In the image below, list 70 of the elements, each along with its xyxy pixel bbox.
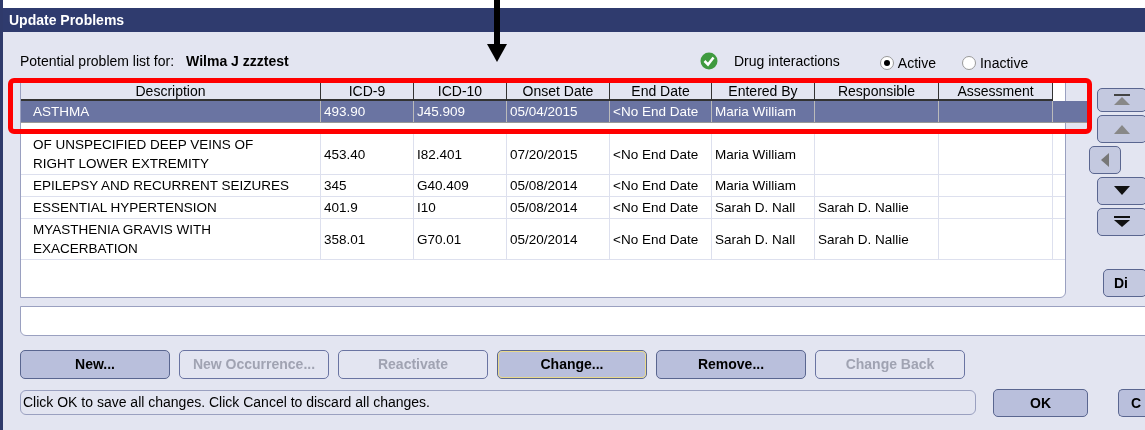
table-cell-text: MYASTHENIA GRAVIS WITH EXACERBATION [33, 221, 213, 258]
scroll-up-button[interactable] [1097, 115, 1145, 143]
table-cell-text: 05/08/2014 [510, 177, 578, 195]
drug-interactions-label: Drug interactions [734, 51, 840, 71]
action-button[interactable]: Remove... [656, 350, 806, 379]
table-cell-text: EPILEPSY AND RECURRENT SEIZURES [33, 177, 290, 195]
table-cell-text: 453.40 [324, 145, 366, 164]
column-header[interactable]: ICD-9 [321, 83, 414, 101]
filter-radio[interactable]: Inactive [961, 52, 1029, 74]
dialog-button[interactable]: C [1118, 389, 1145, 417]
status-message: Click OK to save all changes. Click Cancel to discard all changes. [23, 393, 430, 412]
table-cell-text: Maria William [715, 145, 796, 164]
table-cell-text: <No End Date [613, 145, 699, 164]
table-cell-text: G70.01 [417, 230, 462, 249]
scroll-top-icon [1113, 94, 1131, 106]
filter-radio[interactable]: Active [879, 52, 936, 74]
action-button[interactable]: New... [20, 350, 170, 379]
table-cell-text: Sarah D. Nallie [818, 230, 909, 249]
table-cell-text: 358.01 [324, 230, 366, 249]
column-header[interactable]: Responsible [815, 83, 939, 101]
side-button[interactable]: Di [1103, 269, 1145, 297]
scroll-down-button[interactable] [1097, 177, 1145, 205]
table-cell-text: 05/20/2014 [510, 230, 578, 249]
table-cell-text: 05/04/2015 [510, 103, 578, 121]
table-cell-text: <No End Date [613, 177, 699, 195]
column-header[interactable]: ICD-10 [414, 83, 507, 101]
column-header[interactable]: Onset Date [507, 83, 610, 101]
table-cell-text: <No End Date [613, 199, 699, 217]
column-header[interactable]: Assessment [939, 83, 1053, 101]
up-arrow-icon [1113, 124, 1131, 134]
dialog-button[interactable]: OK [993, 389, 1088, 417]
table-cell-text: Sarah D. Nallie [818, 199, 909, 217]
table-cell-text: G40.409 [417, 177, 469, 195]
column-header[interactable]: Description [21, 83, 321, 101]
table-cell-text: ESSENTIAL HYPERTENSION [33, 199, 217, 217]
table-cell-text: OF UNSPECIFIED DEEP VEINS OF RIGHT LOWER EXTREMITY [33, 136, 255, 173]
table-row[interactable]: ASTHMA 493.90 J45.909 05/04/2015 <No End Date Maria William [21, 101, 1087, 123]
comment-field[interactable] [20, 306, 1145, 336]
column-header[interactable]: Entered By [712, 83, 815, 101]
left-arrow-icon [1100, 153, 1110, 167]
table-cell-text: Sarah D. Nall [715, 230, 796, 249]
down-arrow-icon [1113, 186, 1131, 196]
scroll-top-button[interactable] [1097, 88, 1145, 112]
table-cell-text: 493.90 [324, 103, 366, 121]
action-button[interactable]: Change... [497, 350, 647, 379]
table-row[interactable]: OF UNSPECIFIED DEEP VEINS OF RIGHT LOWER EXTREMITY 453.40 I82.401 07/20/2015 <No End Date Maria William [21, 134, 1065, 175]
table-row[interactable]: MYASTHENIA GRAVIS WITH EXACERBATION 358.01 G70.01 05/20/2014 <No End Date Sarah D. Nall Sarah D. Nallie [21, 219, 1065, 260]
table-row[interactable]: EPILEPSY AND RECURRENT SEIZURES 345 G40.409 05/08/2014 <No End Date Maria William [21, 175, 1065, 197]
table-cell-text: <No End Date [613, 230, 699, 249]
table-cell-text: 07/20/2015 [510, 145, 578, 164]
patient-label: Potential problem list for: [20, 51, 175, 71]
table-cell-text: Sarah D. Nall [715, 199, 796, 217]
table-cell-text: Maria William [715, 103, 796, 121]
move-left-button[interactable] [1089, 146, 1121, 174]
table-cell-text: 05/08/2014 [510, 199, 578, 217]
column-header[interactable]: End Date [610, 83, 712, 101]
window-title: Update Problems [9, 10, 125, 30]
table-cell-text: I82.401 [417, 145, 463, 164]
pointer-arrow [487, 0, 507, 62]
table-row[interactable]: ESSENTIAL HYPERTENSION 401.9 I10 05/08/2014 <No End Date Sarah D. Nall Sarah D. Nallie [21, 197, 1065, 219]
table-cell-text: 401.9 [324, 199, 358, 217]
table-cell-text: 345 [324, 177, 347, 195]
table-cell-text: <No End Date [613, 103, 699, 121]
scroll-bottom-icon [1113, 216, 1131, 228]
table-cell-text: Maria William [715, 177, 796, 195]
scroll-bottom-button[interactable] [1097, 208, 1145, 236]
table-cell-text: J45.909 [417, 103, 466, 121]
patient-name: Wilma J zzztest [186, 51, 289, 71]
table-cell-text: I10 [417, 199, 436, 217]
table-cell-text: ASTHMA [33, 103, 90, 121]
